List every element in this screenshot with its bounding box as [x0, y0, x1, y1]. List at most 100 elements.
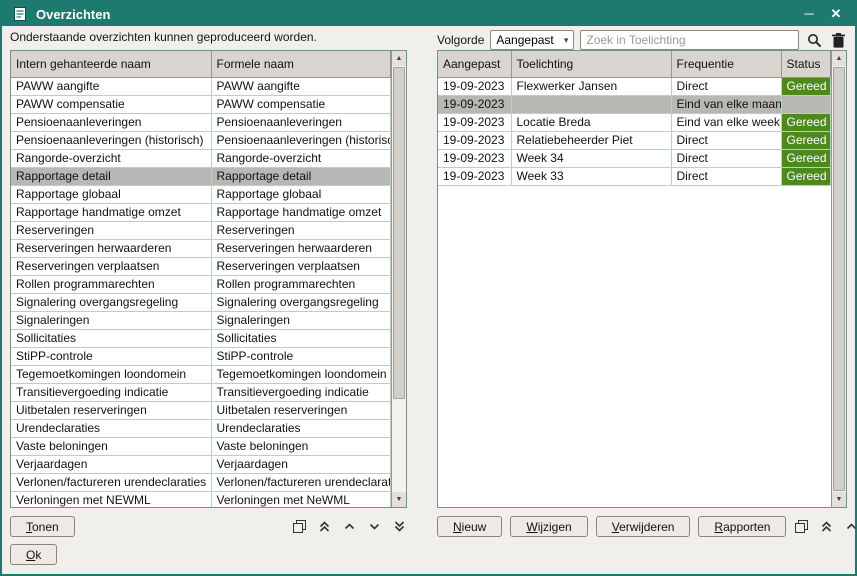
cell: Gereed: [781, 149, 831, 167]
cell: Signalering overgangsregeling: [11, 293, 211, 311]
table-row[interactable]: Pensioenaanleveringen (historisch)Pensio…: [11, 131, 391, 149]
table-row[interactable]: Rangorde-overzichtRangorde-overzicht: [11, 149, 391, 167]
move-down-button[interactable]: [367, 519, 382, 534]
table-row[interactable]: 19-09-2023Week 33DirectGereed: [438, 167, 831, 185]
minimize-button[interactable]: ─: [799, 3, 819, 25]
cell: Reserveringen herwaarderen: [11, 239, 211, 257]
cell: 19-09-2023: [438, 113, 511, 131]
search-input[interactable]: [580, 30, 799, 50]
cell: Rollen programmarechten: [211, 275, 391, 293]
table-row[interactable]: Reserveringen verplaatsenReserveringen v…: [11, 257, 391, 275]
cell: Reserveringen verplaatsen: [211, 257, 391, 275]
move-top-button[interactable]: [317, 519, 332, 534]
cell: [781, 95, 831, 113]
cell: Vaste beloningen: [11, 437, 211, 455]
cell: Reserveringen verplaatsen: [11, 257, 211, 275]
cell: Eind van elke maand: [671, 95, 781, 113]
table-row[interactable]: Reserveringen herwaarderenReserveringen …: [11, 239, 391, 257]
cell: Reserveringen: [11, 221, 211, 239]
table-row[interactable]: Verlonen/factureren urendeclaratiesVerlo…: [11, 473, 391, 491]
cell: PAWW compensatie: [11, 95, 211, 113]
table-row[interactable]: 19-09-2023Eind van elke maand: [438, 95, 831, 113]
column-header-intern-naam: Intern gehanteerde naam: [11, 51, 211, 77]
volgorde-value: Aangepast: [496, 33, 553, 47]
table-row[interactable]: 19-09-2023Relatiebeheerder PietDirectGer…: [438, 131, 831, 149]
table-row[interactable]: UrendeclaratiesUrendeclaraties: [11, 419, 391, 437]
table-row[interactable]: Rollen programmarechtenRollen programmar…: [11, 275, 391, 293]
scrollbar-track[interactable]: [832, 66, 846, 492]
table-row[interactable]: PensioenaanleveringenPensioenaanlevering…: [11, 113, 391, 131]
wijzigen-button[interactable]: Wijzigen: [510, 516, 587, 537]
copy-button[interactable]: [794, 519, 809, 534]
cell: Gereed: [781, 167, 831, 185]
scrollbar-track[interactable]: [392, 66, 406, 492]
cell: Pensioenaanleveringen (historisch): [211, 131, 391, 149]
move-top-button[interactable]: [819, 519, 834, 534]
table-row[interactable]: VerjaardagenVerjaardagen: [11, 455, 391, 473]
report-icon: [11, 5, 29, 23]
table-row[interactable]: 19-09-2023Flexwerker JansenDirectGereed: [438, 77, 831, 95]
table-row[interactable]: Transitievergoeding indicatieTransitieve…: [11, 383, 391, 401]
right-scrollbar[interactable]: ▲ ▼: [831, 51, 846, 507]
cell: Pensioenaanleveringen: [11, 113, 211, 131]
double-chevron-up-icon: [318, 520, 331, 533]
copy-icon: [293, 520, 306, 533]
table-row[interactable]: Verloningen met NEWMLVerloningen met NeW…: [11, 491, 391, 507]
table-row[interactable]: PAWW aangiftePAWW aangifte: [11, 77, 391, 95]
chevron-down-icon: [368, 520, 381, 533]
close-button[interactable]: ✕: [826, 3, 846, 25]
move-up-button[interactable]: [844, 519, 857, 534]
cell: Reserveringen: [211, 221, 391, 239]
tonen-button[interactable]: Tonen: [10, 516, 75, 537]
left-scrollbar[interactable]: ▲ ▼: [391, 51, 406, 507]
ok-button[interactable]: Ok: [10, 544, 57, 565]
scroll-down-icon[interactable]: ▼: [392, 492, 406, 507]
chevron-up-icon: [845, 520, 857, 533]
table-row[interactable]: Vaste beloningenVaste beloningen: [11, 437, 391, 455]
rapporten-button[interactable]: Rapporten: [698, 516, 786, 537]
right-icon-group: [794, 519, 857, 534]
cell: Gereed: [781, 113, 831, 131]
move-up-button[interactable]: [342, 519, 357, 534]
trash-icon: [832, 33, 845, 48]
cell: Rollen programmarechten: [11, 275, 211, 293]
table-row[interactable]: Rapportage handmatige omzetRapportage ha…: [11, 203, 391, 221]
cell: Verlonen/factureren urendeclarat...: [211, 473, 391, 491]
table-row[interactable]: Uitbetalen reserveringenUitbetalen reser…: [11, 401, 391, 419]
delete-button[interactable]: [829, 31, 847, 49]
table-row[interactable]: StiPP-controleStiPP-controle: [11, 347, 391, 365]
right-toolbar: Volgorde Aangepast ▾: [437, 30, 847, 50]
volgorde-dropdown[interactable]: Aangepast ▾: [490, 30, 574, 50]
scroll-up-icon[interactable]: ▲: [392, 51, 406, 66]
table-row[interactable]: Signalering overgangsregelingSignalering…: [11, 293, 391, 311]
cell: Locatie Breda: [511, 113, 671, 131]
table-row[interactable]: 19-09-2023Week 34DirectGereed: [438, 149, 831, 167]
table-row[interactable]: Tegemoetkomingen loondomeinTegemoetkomin…: [11, 365, 391, 383]
column-header-formele-naam: Formele naam: [211, 51, 391, 77]
table-row[interactable]: Rapportage detailRapportage detail: [11, 167, 391, 185]
scrollbar-thumb[interactable]: [393, 67, 405, 399]
move-bottom-button[interactable]: [392, 519, 407, 534]
cell: [511, 95, 671, 113]
left-icon-group: [292, 519, 407, 534]
search-button[interactable]: [805, 31, 823, 49]
nieuw-button[interactable]: Nieuw: [437, 516, 502, 537]
overzichten-window: Overzichten ─ ✕ Onderstaande overzichten…: [0, 0, 857, 576]
verwijderen-button[interactable]: Verwijderen: [596, 516, 691, 537]
cell: Gereed: [781, 77, 831, 95]
cell: Rapportage detail: [11, 167, 211, 185]
table-row[interactable]: Rapportage globaalRapportage globaal: [11, 185, 391, 203]
table-row[interactable]: 19-09-2023Locatie BredaEind van elke wee…: [438, 113, 831, 131]
cell: Uitbetalen reserveringen: [11, 401, 211, 419]
scroll-up-icon[interactable]: ▲: [832, 51, 846, 66]
cell: Vaste beloningen: [211, 437, 391, 455]
table-row[interactable]: SignaleringenSignaleringen: [11, 311, 391, 329]
titlebar[interactable]: Overzichten ─ ✕: [2, 2, 855, 26]
table-row[interactable]: SollicitatiesSollicitaties: [11, 329, 391, 347]
scrollbar-thumb[interactable]: [833, 67, 845, 491]
copy-button[interactable]: [292, 519, 307, 534]
table-row[interactable]: ReserveringenReserveringen: [11, 221, 391, 239]
cell: Uitbetalen reserveringen: [211, 401, 391, 419]
scroll-down-icon[interactable]: ▼: [832, 492, 846, 507]
table-row[interactable]: PAWW compensatiePAWW compensatie: [11, 95, 391, 113]
